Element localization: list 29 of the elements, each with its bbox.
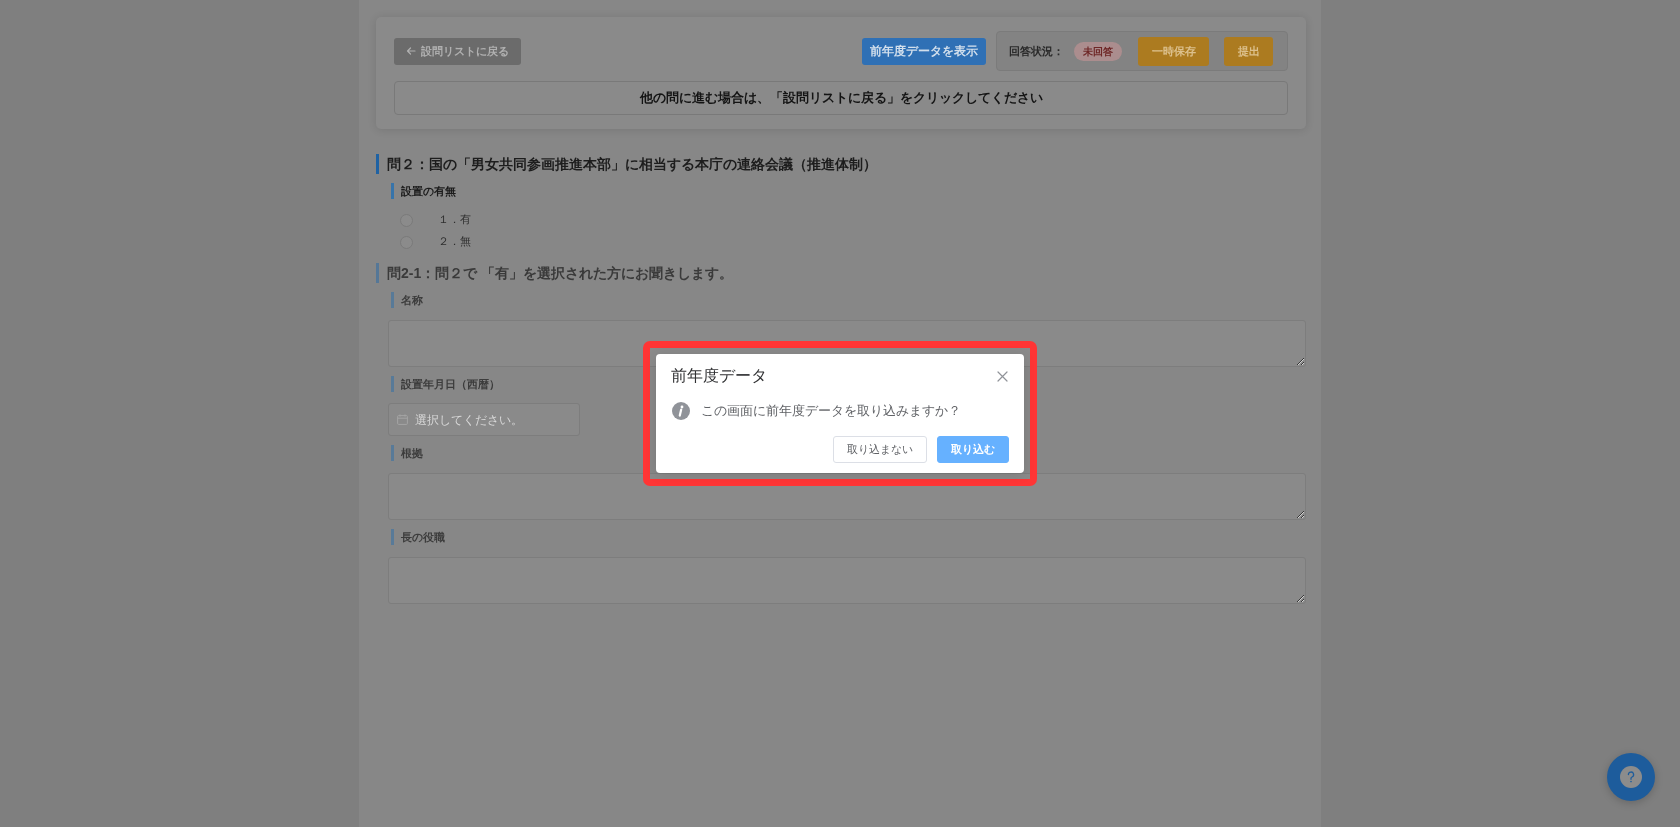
submit-button[interactable]: 提出 xyxy=(1224,36,1273,66)
arrow-left-icon xyxy=(406,46,416,56)
notice-banner: 他の問に進む場合は、「設問リストに戻る」をクリックしてください xyxy=(394,81,1288,115)
text-area[interactable] xyxy=(388,473,1306,520)
status-badge: 未回答 xyxy=(1074,41,1122,61)
field-label: 根拠 xyxy=(391,445,423,461)
status-label: 回答状況： xyxy=(1009,43,1064,59)
field-label: 設置年月日（西暦） xyxy=(391,376,500,392)
question-title: 問２：国の「男女共同参画推進本部」に相当する本庁の連絡会議（推進体制） xyxy=(376,154,877,174)
text-area[interactable] xyxy=(388,557,1306,604)
info-icon xyxy=(672,402,690,420)
previous-year-data-button[interactable]: 前年度データを表示 xyxy=(862,37,986,65)
option-label: ２．無 xyxy=(438,234,471,250)
calendar-icon xyxy=(397,414,408,425)
option-label: １．有 xyxy=(438,212,471,228)
confirm-button[interactable]: 取り込む xyxy=(937,436,1009,463)
cancel-button[interactable]: 取り込まない xyxy=(833,436,927,463)
save-button[interactable]: 一時保存 xyxy=(1138,36,1209,66)
dialog-title: 前年度データ xyxy=(671,366,767,386)
close-icon xyxy=(997,370,1008,382)
help-icon xyxy=(1620,766,1642,788)
field-label: 名称 xyxy=(391,292,423,308)
question-title: 問2-1：問２で 「有」を選択された方にお聞きします。 xyxy=(376,263,734,283)
field-label: 長の役職 xyxy=(391,529,445,545)
field-label: 設置の有無 xyxy=(391,183,456,199)
back-button[interactable]: 設問リストに戻る xyxy=(394,37,521,65)
dialog-message: この画面に前年度データを取り込みますか？ xyxy=(701,402,961,420)
close-button[interactable] xyxy=(997,370,1008,382)
help-button[interactable] xyxy=(1607,753,1655,801)
